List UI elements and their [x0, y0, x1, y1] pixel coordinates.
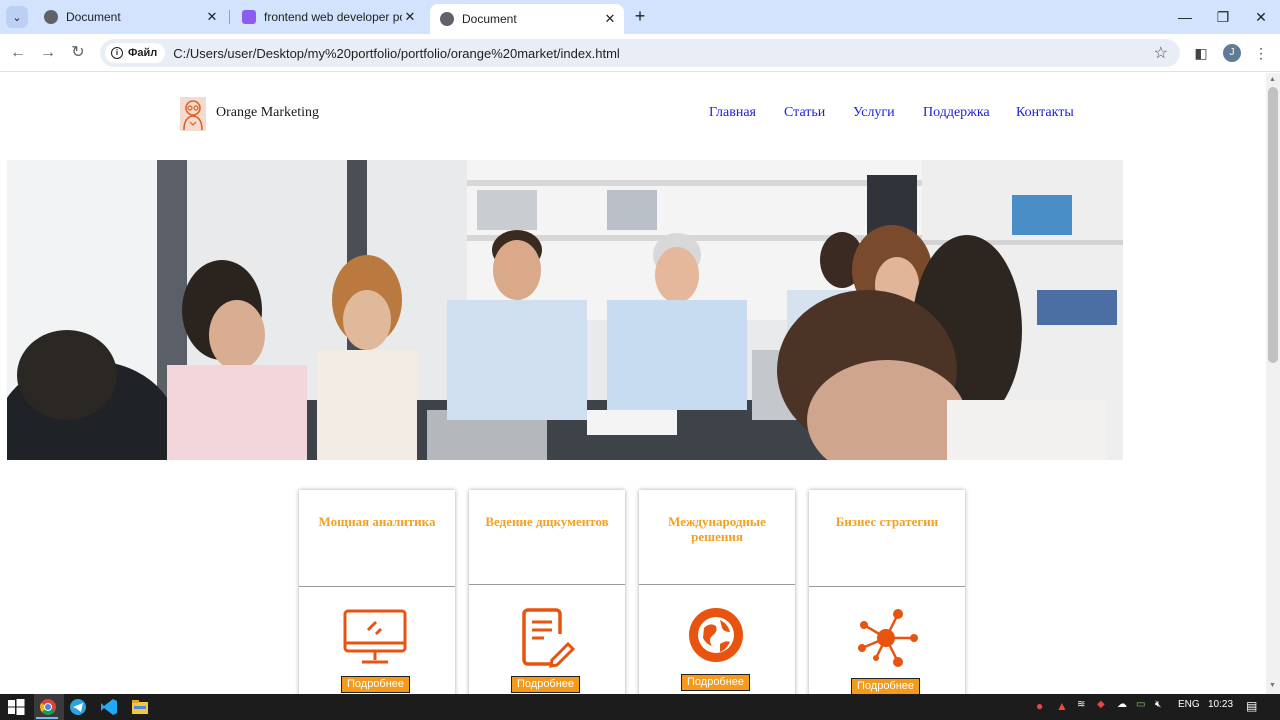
cloud-icon[interactable]: ☁: [1117, 699, 1127, 710]
windows-taskbar: ● ▲ ≋ ◆ ☁ ▭ 🔇︎ ENG 10:23 ▤: [0, 694, 1280, 720]
tab-title: Document: [66, 10, 121, 24]
brand-name: Orange Marketing: [216, 105, 320, 120]
bookmark-star-icon[interactable]: ☆: [1154, 43, 1168, 63]
card-title: Международные решения: [668, 514, 766, 544]
more-button[interactable]: Подробнее: [851, 678, 921, 694]
brand-logo-icon[interactable]: [180, 97, 206, 131]
chrome-icon[interactable]: [38, 697, 58, 717]
feature-card-documents: Ведение дщкументов Подробнее: [469, 490, 625, 694]
menu-kebab-icon[interactable]: ⋮: [1251, 43, 1271, 63]
windows-start-icon[interactable]: [6, 697, 26, 717]
shield-icon[interactable]: ◆: [1097, 699, 1105, 710]
back-arrow-icon[interactable]: ←: [7, 42, 29, 64]
monitor-icon: [343, 609, 407, 664]
browser-tab-1[interactable]: Document ✕: [34, 0, 226, 34]
nav-link-home[interactable]: Главная: [709, 105, 756, 121]
scroll-up-arrow-icon[interactable]: ▲: [1269, 76, 1276, 83]
globe-icon: [440, 12, 454, 26]
restore-button[interactable]: ❐: [1204, 0, 1242, 34]
feature-card-analytics: Мощная аналитика Подробнее: [299, 490, 455, 694]
active-app-indicator: [36, 717, 58, 719]
vscode-icon[interactable]: [99, 697, 119, 717]
browser-tab-2[interactable]: frontend web developer portfolio ✕: [232, 0, 424, 34]
globe-icon: [44, 10, 58, 24]
forward-arrow-icon[interactable]: →: [37, 42, 59, 64]
chip-label: Файл: [128, 47, 158, 59]
close-tab-icon[interactable]: ✕: [204, 9, 220, 25]
browser-toolbar: ← → ↻ i Файл C:/Users/user/Desktop/my%20…: [0, 34, 1280, 72]
network-hub-icon: [858, 609, 918, 667]
card-divider: [639, 584, 795, 585]
card-divider: [809, 586, 965, 587]
tab-title: Document: [462, 12, 517, 26]
clock-time[interactable]: 10:23: [1208, 699, 1233, 710]
nav-link-support[interactable]: Поддержка: [923, 105, 990, 121]
new-tab-button[interactable]: +: [630, 7, 650, 27]
browser-tab-3-active[interactable]: Document ✕: [430, 4, 624, 34]
tab-search-button[interactable]: ⌄: [6, 6, 28, 28]
info-icon: i: [111, 47, 123, 59]
minimize-button[interactable]: —: [1166, 0, 1204, 34]
feature-card-international: Международные решения Подробнее: [639, 490, 795, 694]
notifications-icon[interactable]: ▤: [1246, 699, 1257, 713]
card-title: Ведение дщкументов: [485, 514, 609, 529]
address-bar[interactable]: i Файл C:/Users/user/Desktop/my%20portfo…: [100, 39, 1180, 67]
app-tray-icon[interactable]: ●: [1036, 699, 1043, 713]
tab-separator: [229, 10, 230, 24]
file-explorer-icon[interactable]: [130, 697, 150, 717]
nav-link-services[interactable]: Услуги: [853, 105, 895, 121]
more-button[interactable]: Подробнее: [511, 676, 581, 693]
url-text[interactable]: C:/Users/user/Desktop/my%20portfolio/por…: [173, 46, 620, 61]
profile-avatar[interactable]: J: [1223, 44, 1241, 62]
nav-link-contacts[interactable]: Контакты: [1016, 105, 1074, 121]
pen-icon: [242, 10, 256, 24]
site-info-chip[interactable]: i Файл: [105, 43, 166, 63]
more-button[interactable]: Подробнее: [681, 674, 751, 691]
warning-icon[interactable]: ▲: [1056, 699, 1068, 713]
card-title: Бизнес стратегии: [835, 514, 939, 529]
hero-office-meeting-image: [7, 160, 1123, 460]
page-scrollbar[interactable]: ▲ ▼: [1266, 73, 1280, 694]
scroll-down-arrow-icon[interactable]: ▼: [1269, 682, 1276, 689]
browser-tab-strip: ⌄ Document ✕ frontend web developer port…: [0, 0, 1280, 34]
card-title: Мощная аналитика: [318, 514, 436, 529]
page-viewport: Orange Marketing Главная Статьи Услуги П…: [0, 73, 1266, 694]
speaker-muted-icon[interactable]: 🔇︎: [1155, 699, 1161, 710]
tab-title: frontend web developer portfolio: [264, 10, 402, 24]
battery-icon[interactable]: ▭: [1136, 699, 1145, 710]
nav-link-articles[interactable]: Статьи: [784, 105, 825, 121]
side-panel-icon[interactable]: ◧: [1191, 43, 1211, 63]
feature-card-strategy: Бизнес стратегии Подробнее: [809, 490, 965, 694]
telegram-icon[interactable]: [68, 697, 88, 717]
reload-icon[interactable]: ↻: [67, 42, 89, 64]
wifi-icon[interactable]: ≋: [1077, 699, 1085, 710]
document-edit-icon: [522, 608, 576, 668]
card-divider: [299, 586, 455, 587]
scrollbar-thumb[interactable]: [1268, 87, 1278, 363]
close-tab-icon[interactable]: ✕: [602, 11, 618, 27]
more-button[interactable]: Подробнее: [341, 676, 411, 693]
card-divider: [469, 584, 625, 585]
language-indicator[interactable]: ENG: [1178, 699, 1200, 710]
close-window-button[interactable]: ✕: [1242, 0, 1280, 34]
globe-icon: [689, 608, 743, 662]
close-tab-icon[interactable]: ✕: [402, 9, 418, 25]
